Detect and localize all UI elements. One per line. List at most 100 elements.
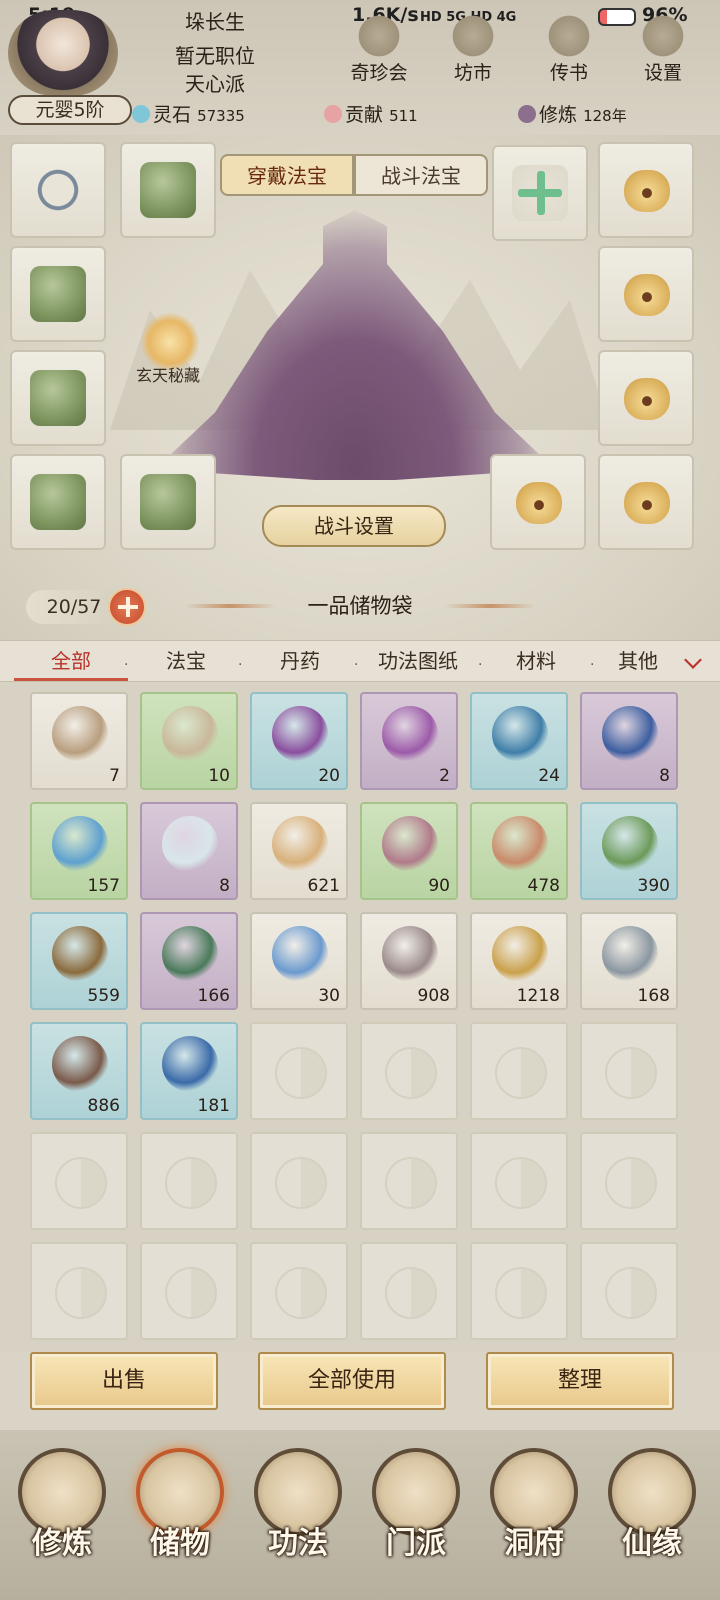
nav-technique[interactable]: 功法	[248, 1448, 348, 1586]
tab-pills[interactable]: 丹药	[250, 641, 350, 681]
item-slot[interactable]: 7	[30, 692, 128, 790]
item-slot[interactable]: 8	[140, 802, 238, 900]
empty-slot	[140, 1242, 238, 1340]
lock-icon	[516, 482, 562, 524]
item-slot[interactable]: 157	[30, 802, 128, 900]
nav-fate[interactable]: 仙缘	[602, 1448, 702, 1586]
tab-battle-treasure[interactable]: 战斗法宝	[354, 154, 488, 196]
separator: ·	[124, 657, 129, 673]
use-all-button[interactable]: 全部使用	[258, 1352, 446, 1410]
locked-slot[interactable]	[490, 454, 586, 550]
item-slot[interactable]: 390	[580, 802, 678, 900]
item-count: 886	[87, 1096, 120, 1116]
item-slot[interactable]: 1218	[470, 912, 568, 1010]
letter-icon[interactable]	[544, 14, 594, 58]
item-slot[interactable]: 181	[140, 1022, 238, 1120]
empty-slot	[360, 1242, 458, 1340]
gloves-icon	[30, 370, 86, 426]
slot-robe[interactable]	[10, 246, 106, 342]
sort-button[interactable]: 整理	[486, 1352, 674, 1410]
item-count: 10	[208, 766, 230, 786]
item-slot[interactable]: 886	[30, 1022, 128, 1120]
bag-title: 一品储物袋	[307, 594, 413, 618]
item-slot[interactable]: 478	[470, 802, 568, 900]
item-slot[interactable]: 908	[360, 912, 458, 1010]
item-slot[interactable]: 24	[470, 692, 568, 790]
item-slot[interactable]: 621	[250, 802, 348, 900]
resource-contribution: 贡献 511	[324, 100, 418, 127]
avatar[interactable]	[8, 10, 118, 96]
nav-cave[interactable]: 洞府	[484, 1448, 584, 1586]
item-icon	[162, 816, 218, 872]
tab-materials[interactable]: 材料	[486, 641, 586, 681]
battle-settings-button[interactable]: 战斗设置	[262, 505, 446, 547]
item-count: 8	[659, 766, 670, 786]
item-slot[interactable]: 90	[360, 802, 458, 900]
tab-other[interactable]: 其他	[598, 641, 678, 681]
plus-icon	[512, 165, 568, 221]
item-slot[interactable]: 30	[250, 912, 348, 1010]
top-menu-treasure[interactable]: 奇珍会	[344, 58, 414, 85]
xuantian-label[interactable]: 玄天秘藏	[118, 362, 218, 386]
item-icon	[382, 926, 438, 982]
slot-pants[interactable]	[10, 454, 106, 550]
expand-bag-button[interactable]	[108, 588, 146, 626]
item-icon	[272, 816, 328, 872]
pants-icon	[30, 474, 86, 530]
locked-slot[interactable]	[598, 350, 694, 446]
item-slot[interactable]: 20	[250, 692, 348, 790]
tab-techniques[interactable]: 功法图纸	[362, 641, 474, 681]
player-name: 垛长生	[185, 10, 245, 34]
top-menu-market[interactable]: 坊市	[438, 58, 508, 85]
hat-icon	[140, 162, 196, 218]
tab-wear-treasure[interactable]: 穿戴法宝	[220, 154, 354, 196]
slot-necklace[interactable]	[10, 142, 106, 238]
slot-gloves[interactable]	[10, 350, 106, 446]
resource-spirit-stone: 灵石 57335	[132, 100, 245, 127]
item-count: 908	[417, 986, 450, 1006]
top-menu-settings[interactable]: 设置	[628, 58, 698, 85]
item-icon	[382, 706, 438, 762]
cultivation-icon	[518, 105, 536, 123]
sell-button[interactable]: 出售	[30, 1352, 218, 1410]
nav-sect[interactable]: 门派	[366, 1448, 466, 1586]
item-count: 168	[637, 986, 670, 1006]
empty-slot	[580, 1132, 678, 1230]
locked-slot[interactable]	[598, 142, 694, 238]
item-icon	[52, 1036, 108, 1092]
empty-slot	[470, 1022, 568, 1120]
lock-icon	[624, 482, 670, 524]
top-menu-letter[interactable]: 传书	[534, 58, 604, 85]
item-slot[interactable]: 559	[30, 912, 128, 1010]
item-slot[interactable]: 10	[140, 692, 238, 790]
item-slot[interactable]: 8	[580, 692, 678, 790]
slot-boots[interactable]	[120, 454, 216, 550]
item-icon	[492, 926, 548, 982]
empty-slot	[30, 1242, 128, 1340]
item-slot[interactable]: 166	[140, 912, 238, 1010]
tab-treasures[interactable]: 法宝	[136, 641, 236, 681]
empty-slot	[470, 1132, 568, 1230]
slot-hat[interactable]	[120, 142, 216, 238]
treasure-icon[interactable]	[354, 14, 404, 58]
item-grid: 7 10 20 2 24 8 157 8 621 90 478 390 559 166 30 908 1218 1…	[0, 682, 720, 1352]
nav-storage[interactable]: 储物	[130, 1448, 230, 1586]
item-count: 8	[219, 876, 230, 896]
market-icon[interactable]	[448, 14, 498, 58]
item-icon	[382, 816, 438, 872]
item-slot[interactable]: 2	[360, 692, 458, 790]
nav-cultivate[interactable]: 修炼	[12, 1448, 112, 1586]
item-count: 24	[538, 766, 560, 786]
spirit-stone-icon	[132, 105, 150, 123]
tab-all[interactable]: 全部	[14, 641, 128, 681]
item-slot[interactable]: 168	[580, 912, 678, 1010]
item-icon	[272, 926, 328, 982]
chevron-down-icon[interactable]	[684, 651, 702, 669]
item-icon	[492, 706, 548, 762]
gear-icon[interactable]	[638, 14, 688, 58]
item-count: 2	[439, 766, 450, 786]
locked-slot[interactable]	[598, 246, 694, 342]
locked-slot[interactable]	[598, 454, 694, 550]
add-treasure-slot[interactable]	[492, 145, 588, 241]
separator: ·	[354, 657, 359, 673]
